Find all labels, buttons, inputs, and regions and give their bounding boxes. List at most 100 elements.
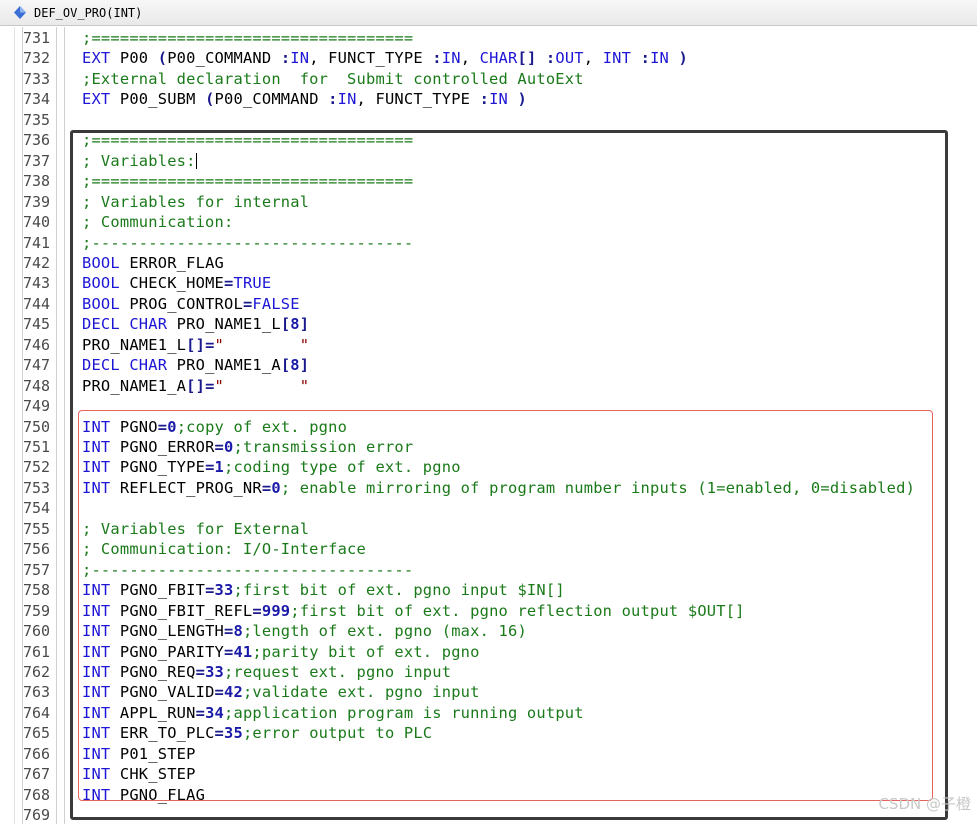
line-code[interactable]: INT P01_STEP [82, 744, 196, 764]
line-code[interactable]: INT PGNO_VALID=42;validate ext. pgno inp… [82, 682, 480, 702]
line-code[interactable]: EXT P00_SUBM (P00_COMMAND :IN, FUNCT_TYP… [82, 89, 527, 109]
line-code[interactable]: INT APPL_RUN=34;application program is r… [82, 703, 584, 723]
line-code[interactable]: INT PGNO_ERROR=0;transmission error [82, 437, 413, 457]
code-token: = [205, 458, 215, 477]
code-line[interactable]: 734 EXT P00_SUBM (P00_COMMAND :IN, FUNCT_… [0, 89, 977, 109]
code-line[interactable]: 731 ;================================== [0, 28, 977, 48]
code-line[interactable]: 764 INT APPL_RUN=34;application program i… [0, 703, 977, 723]
code-token: INT [602, 49, 632, 68]
line-code[interactable]: INT PGNO_LENGTH=8;length of ext. pgno (m… [82, 621, 527, 641]
code-line[interactable]: 758 INT PGNO_FBIT=33;first bit of ext. pg… [0, 580, 977, 600]
line-number: 749 [23, 397, 51, 416]
code-token: PRO_NAME1_L [82, 335, 187, 354]
code-line[interactable]: 755 ; Variables for External [0, 519, 977, 539]
code-line[interactable]: 759 INT PGNO_FBIT_REFL=999;first bit of e… [0, 601, 977, 621]
line-code[interactable]: ; Communication: [82, 212, 233, 232]
line-number: 767 [23, 765, 51, 784]
line-code[interactable]: ; Communication: I/O-Interface [82, 539, 366, 559]
line-code[interactable]: INT PGNO_PARITY=41;parity bit of ext. pg… [82, 642, 480, 662]
code-line[interactable]: 732 EXT P00 (P00_COMMAND :IN, FUNCT_TYPE … [0, 48, 977, 68]
code-line[interactable]: 768 INT PGNO_FLAG [0, 785, 977, 805]
code-line[interactable]: 733 ;External declaration for Submit cont… [0, 69, 977, 89]
code-token: []= [186, 335, 215, 354]
code-line[interactable]: 747 DECL CHAR PRO_NAME1_A[8] [0, 355, 977, 375]
line-code[interactable]: PRO_NAME1_L[]=" " [82, 335, 309, 355]
line-code[interactable]: ; Variables for External [82, 519, 309, 539]
line-code[interactable]: ;External declaration for Submit control… [82, 69, 584, 89]
code-line[interactable]: 741 ;---------------------------------- [0, 233, 977, 253]
line-code[interactable]: INT ERR_TO_PLC=35;error output to PLC [82, 723, 432, 743]
code-line[interactable]: 746 PRO_NAME1_L[]=" " [0, 335, 977, 355]
code-line[interactable]: 750 INT PGNO=0;copy of ext. pgno [0, 417, 977, 437]
line-code[interactable]: INT REFLECT_PROG_NR=0; enable mirroring … [82, 478, 915, 498]
code-token: []= [186, 376, 215, 395]
code-line[interactable]: 738 ;================================== [0, 171, 977, 191]
code-line[interactable]: 763 INT PGNO_VALID=42;validate ext. pgno … [0, 682, 977, 702]
line-code[interactable]: DECL CHAR PRO_NAME1_A[8] [82, 355, 309, 375]
code-line[interactable]: 744 BOOL PROG_CONTROL=FALSE [0, 294, 977, 314]
code-line[interactable]: 766 INT P01_STEP [0, 744, 977, 764]
code-line[interactable]: 754 [0, 498, 977, 518]
code-line[interactable]: 743 BOOL CHECK_HOME=TRUE [0, 273, 977, 293]
line-code[interactable]: BOOL PROG_CONTROL=FALSE [82, 294, 300, 314]
line-code[interactable]: INT PGNO_FBIT=33;first bit of ext. pgno … [82, 580, 565, 600]
code-token: " " [214, 376, 310, 395]
code-line[interactable]: 769 [0, 805, 977, 825]
code-line[interactable]: 756 ; Communication: I/O-Interface [0, 539, 977, 559]
code-token: = [214, 724, 225, 743]
line-code[interactable]: INT PGNO_REQ=33;request ext. pgno input [82, 662, 451, 682]
code-line[interactable]: 760 INT PGNO_LENGTH=8;length of ext. pgno… [0, 621, 977, 641]
editor-tab-title[interactable]: DEF_OV_PRO(INT) [34, 5, 142, 21]
code-line[interactable]: 736 ;================================== [0, 130, 977, 150]
line-number: 755 [23, 519, 51, 538]
code-line[interactable]: 751 INT PGNO_ERROR=0;transmission error [0, 437, 977, 457]
code-token: = [252, 601, 262, 620]
code-line[interactable]: 748 PRO_NAME1_A[]=" " [0, 376, 977, 396]
line-code[interactable]: BOOL ERROR_FLAG [82, 253, 224, 273]
code-token: BOOL [82, 294, 120, 313]
code-token: ( [157, 49, 168, 68]
line-code[interactable]: ;================================== [82, 130, 413, 150]
code-line[interactable]: 735 [0, 110, 977, 130]
code-line[interactable]: 742 BOOL ERROR_FLAG [0, 253, 977, 273]
code-line[interactable]: 740 ; Communication: [0, 212, 977, 232]
line-code[interactable]: EXT P00 (P00_COMMAND :IN, FUNCT_TYPE :IN… [82, 48, 688, 68]
line-code[interactable]: ;---------------------------------- [82, 560, 413, 580]
code-line[interactable]: 762 INT PGNO_REQ=33;request ext. pgno inp… [0, 662, 977, 682]
code-line[interactable]: 761 INT PGNO_PARITY=41;parity bit of ext.… [0, 642, 977, 662]
code-line[interactable]: 767 INT CHK_STEP [0, 764, 977, 784]
line-code[interactable]: ; Variables for internal [82, 192, 309, 212]
code-line[interactable]: 737 ; Variables: [0, 151, 977, 171]
line-code[interactable]: INT PGNO_FLAG [82, 785, 205, 805]
line-code[interactable]: ;================================== [82, 28, 413, 48]
line-code[interactable]: INT PGNO=0;copy of ext. pgno [82, 417, 347, 437]
code-line[interactable]: 752 INT PGNO_TYPE=1;coding type of ext. p… [0, 457, 977, 477]
line-number: 758 [23, 581, 51, 600]
code-line[interactable]: 739 ; Variables for internal [0, 192, 977, 212]
code-line[interactable]: 765 INT ERR_TO_PLC=35;error output to PLC [0, 723, 977, 743]
line-code[interactable]: PRO_NAME1_A[]=" " [82, 376, 309, 396]
line-code[interactable]: BOOL CHECK_HOME=TRUE [82, 273, 271, 293]
line-code[interactable]: DECL CHAR PRO_NAME1_L[8] [82, 314, 309, 334]
line-code[interactable]: INT PGNO_TYPE=1;coding type of ext. pgno [82, 457, 461, 477]
line-number: 768 [23, 785, 51, 804]
code-token: OUT [555, 49, 584, 68]
line-number: 769 [23, 806, 51, 825]
code-token: , FUNCT_TYPE [309, 49, 433, 68]
code-line[interactable]: 757 ;---------------------------------- [0, 560, 977, 580]
code-token: ERROR_FLAG [119, 253, 225, 272]
line-code[interactable]: ;================================== [82, 171, 413, 191]
code-token: INT [82, 458, 111, 477]
line-code[interactable]: ;---------------------------------- [82, 233, 413, 253]
code-editor[interactable]: 731 ;================================== 73… [0, 27, 977, 824]
line-number: 763 [23, 683, 51, 702]
code-line[interactable]: 745 DECL CHAR PRO_NAME1_L[8] [0, 314, 977, 334]
code-token: PGNO_FBIT_REFL [110, 601, 253, 620]
line-code[interactable]: INT CHK_STEP [82, 764, 196, 784]
code-line[interactable]: 753 INT REFLECT_PROG_NR=0; enable mirrori… [0, 478, 977, 498]
code-token: CHK_STEP [110, 765, 196, 784]
code-line[interactable]: 749 [0, 396, 977, 416]
line-code[interactable]: INT PGNO_FBIT_REFL=999;first bit of ext.… [82, 601, 745, 621]
line-code[interactable]: ; Variables: [82, 151, 197, 171]
code-token: PGNO_LENGTH [110, 622, 224, 641]
